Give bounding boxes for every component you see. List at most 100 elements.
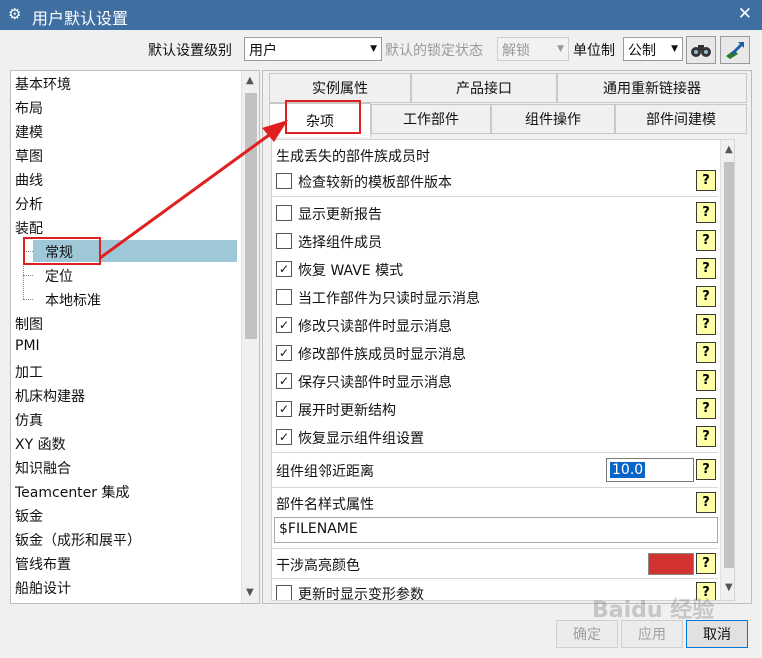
tree-item-layout[interactable]: 布局 (15, 98, 43, 122)
tree-item-analysis[interactable]: 分析 (15, 194, 43, 218)
help-icon[interactable]: ? (696, 286, 716, 307)
help-icon[interactable]: ? (696, 342, 716, 363)
option-restore-group-display[interactable]: ✓ 恢复显示组件组设置 ? (274, 426, 718, 450)
apply-button[interactable]: 应用 (621, 620, 683, 648)
scroll-down-icon[interactable]: ▼ (246, 587, 254, 598)
tree-item-knowledge-fusion[interactable]: 知识融合 (15, 458, 71, 482)
scroll-down-icon[interactable]: ▼ (725, 582, 733, 593)
option-label: 修改部件族成员时显示消息 (298, 347, 466, 363)
tree-item-positioning[interactable]: 定位 (33, 266, 73, 290)
cancel-button[interactable]: 取消 (686, 620, 748, 648)
help-icon[interactable]: ? (696, 492, 716, 513)
tab-instance-attributes[interactable]: 实例属性 (269, 73, 411, 103)
option-label: 更新时显示变形参数 (298, 587, 424, 601)
divider (272, 196, 718, 197)
option-label: 展开时更新结构 (298, 403, 396, 419)
option-select-component-members[interactable]: 选择组件成员 ? (274, 230, 718, 254)
highlight-box-tab (285, 100, 361, 134)
help-icon[interactable]: ? (696, 459, 716, 480)
color-swatch[interactable] (648, 553, 694, 575)
proximity-value: 10.0 (610, 462, 646, 478)
proximity-input[interactable]: 10.0 (606, 458, 694, 482)
tab-component-ops[interactable]: 组件操作 (491, 104, 615, 134)
tree-item-sheet-metal[interactable]: 钣金 (15, 506, 43, 530)
settings-panel: 实例属性 产品接口 通用重新链接器 杂项 工作部件 组件操作 部件间建模 生成丢… (262, 70, 752, 604)
tree-item-routing[interactable]: 管线布置 (15, 554, 71, 578)
section-missing-members-label: 生成丢失的部件族成员时 (276, 149, 430, 165)
checkbox[interactable] (276, 289, 292, 305)
option-show-update-report[interactable]: 显示更新报告 ? (274, 202, 718, 226)
help-icon[interactable]: ? (696, 202, 716, 223)
scroll-up-icon[interactable]: ▲ (725, 144, 733, 155)
tree-item-basic-env[interactable]: 基本环境 (15, 74, 71, 98)
chevron-down-icon: ▼ (557, 44, 564, 54)
help-icon[interactable]: ? (696, 170, 716, 191)
tab-product-interface[interactable]: 产品接口 (411, 73, 557, 103)
tree-item-teamcenter[interactable]: Teamcenter 集成 (15, 482, 130, 506)
tree-item-modeling[interactable]: 建模 (15, 122, 43, 146)
name-attr-input[interactable]: $FILENAME (274, 517, 718, 543)
help-icon[interactable]: ? (696, 370, 716, 391)
scroll-thumb[interactable] (724, 162, 734, 568)
checkbox-checked[interactable]: ✓ (276, 345, 292, 361)
option-modify-family-msg[interactable]: ✓ 修改部件族成员时显示消息 ? (274, 342, 718, 366)
option-modify-readonly-msg[interactable]: ✓ 修改只读部件时显示消息 ? (274, 314, 718, 338)
proximity-row: 组件组邻近距离 10.0 ? (274, 458, 718, 484)
tree-item-machining[interactable]: 加工 (15, 362, 43, 386)
help-icon[interactable]: ? (696, 230, 716, 251)
tree-item-simulation[interactable]: 仿真 (15, 410, 43, 434)
tree-scrollbar[interactable]: ▲ ▼ (241, 71, 259, 603)
binoculars-icon (691, 45, 711, 57)
option-readonly-work-part-msg[interactable]: 当工作部件为只读时显示消息 ? (274, 286, 718, 310)
tree-item-ship-design[interactable]: 船舶设计 (15, 578, 71, 602)
option-save-readonly-msg[interactable]: ✓ 保存只读部件时显示消息 ? (274, 370, 718, 394)
checkbox[interactable] (276, 173, 292, 189)
checkbox[interactable] (276, 585, 292, 600)
checkbox-checked[interactable]: ✓ (276, 373, 292, 389)
scroll-up-icon[interactable]: ▲ (246, 75, 254, 86)
name-attr-label: 部件名样式属性 (276, 497, 374, 513)
divider (272, 487, 718, 488)
unit-select-value: 公制 (628, 43, 656, 59)
option-check-newer[interactable]: 检查较新的模板部件版本 ? (274, 170, 718, 194)
checkbox-checked[interactable]: ✓ (276, 317, 292, 333)
tree-item-local-standard[interactable]: 本地标准 (33, 290, 101, 314)
settings-scrollbar[interactable]: ▲ ▼ (720, 140, 734, 600)
checkbox[interactable] (276, 205, 292, 221)
option-label: 恢复 WAVE 模式 (298, 263, 404, 279)
scroll-thumb[interactable] (245, 93, 257, 339)
tab-interpart-modeling[interactable]: 部件间建模 (615, 104, 747, 134)
unit-select[interactable]: 公制 ▼ (623, 37, 683, 61)
tree-item-pmi[interactable]: PMI (15, 338, 40, 362)
help-icon[interactable]: ? (696, 398, 716, 419)
level-select[interactable]: 用户 ▼ (244, 37, 382, 61)
tree-item-xy-function[interactable]: XY 函数 (15, 434, 66, 458)
checkbox-checked[interactable]: ✓ (276, 261, 292, 277)
tree-item-sheet-metal-form[interactable]: 钣金（成形和展平） (15, 530, 141, 554)
ok-button[interactable]: 确定 (556, 620, 618, 648)
tree-item-drafting[interactable]: 制图 (15, 314, 43, 338)
help-icon[interactable]: ? (696, 314, 716, 335)
tree-item-machine-builder[interactable]: 机床构建器 (15, 386, 85, 410)
category-tree[interactable]: 基本环境 布局 建模 草图 曲线 分析 装配 常规 定位 本地标准 制图 PMI… (10, 70, 260, 604)
tree-item-sketch[interactable]: 草图 (15, 146, 43, 170)
help-icon[interactable]: ? (696, 426, 716, 447)
help-icon[interactable]: ? (696, 258, 716, 279)
close-icon[interactable]: ✕ (738, 4, 752, 24)
tab-work-part[interactable]: 工作部件 (371, 104, 491, 134)
section-missing-members: 生成丢失的部件族成员时 (274, 144, 718, 168)
checkbox-checked[interactable]: ✓ (276, 429, 292, 445)
export-button[interactable] (720, 36, 750, 64)
checkbox-checked[interactable]: ✓ (276, 401, 292, 417)
option-restore-wave[interactable]: ✓ 恢复 WAVE 模式 ? (274, 258, 718, 282)
help-icon[interactable]: ? (696, 553, 716, 574)
tree-item-positioning-label: 定位 (45, 269, 73, 285)
tab-relinker[interactable]: 通用重新链接器 (557, 73, 747, 103)
tree-item-curve[interactable]: 曲线 (15, 170, 43, 194)
find-button[interactable] (686, 36, 716, 64)
option-update-structure[interactable]: ✓ 展开时更新结构 ? (274, 398, 718, 422)
divider (272, 452, 718, 453)
divider (272, 578, 718, 579)
gear-icon: ⚙ (8, 5, 22, 23)
checkbox[interactable] (276, 233, 292, 249)
